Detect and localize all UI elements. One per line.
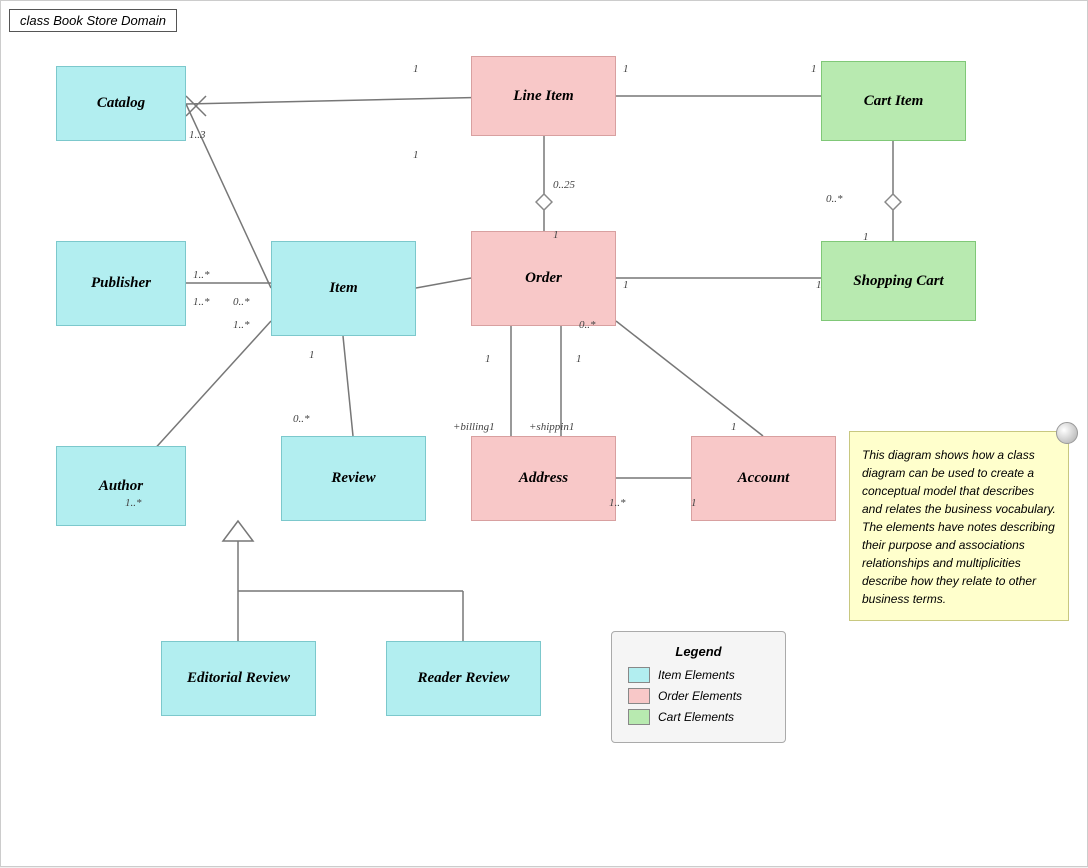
note-box: This diagram shows how a class diagram c… bbox=[849, 431, 1069, 621]
review-box: Review bbox=[281, 436, 426, 521]
legend-title: Legend bbox=[628, 644, 769, 659]
mult-shipping: +shippin1 bbox=[529, 421, 574, 433]
mult-025: 0..25 bbox=[553, 179, 575, 191]
mult-1-lineitem-right: 1 bbox=[623, 63, 629, 75]
mult-1star-item2: 1..* bbox=[233, 319, 250, 331]
legend-label-pink: Order Elements bbox=[658, 689, 742, 703]
mult-1-order-addr2: 1 bbox=[576, 353, 582, 365]
mult-billing: +billing1 bbox=[453, 421, 495, 433]
author-box: Author bbox=[56, 446, 186, 526]
mult-1-addr-acct: 1 bbox=[691, 497, 697, 509]
note-text: This diagram shows how a class diagram c… bbox=[862, 448, 1056, 606]
lineitem-box: Line Item bbox=[471, 56, 616, 136]
mult-1-cartitem-left: 1 bbox=[811, 63, 817, 75]
mult-1-order-right: 1 bbox=[623, 279, 629, 291]
diagram-title: class Book Store Domain bbox=[9, 9, 177, 32]
mult-1star-pub2: 1..* bbox=[193, 296, 210, 308]
mult-1-cart-top: 1 bbox=[863, 231, 869, 243]
mult-1star-addr: 1..* bbox=[609, 497, 626, 509]
mult-1-3: 1..3 bbox=[189, 129, 206, 141]
aggregation-diamond-cartitem bbox=[884, 193, 902, 211]
publisher-box: Publisher bbox=[56, 241, 186, 326]
item-box: Item bbox=[271, 241, 416, 336]
legend-item-green: Cart Elements bbox=[628, 709, 769, 725]
mult-1-order-top: 1 bbox=[553, 229, 559, 241]
address-box: Address bbox=[471, 436, 616, 521]
legend-item-pink: Order Elements bbox=[628, 688, 769, 704]
shoppingcart-box: Shopping Cart bbox=[821, 241, 976, 321]
mult-0star-cart: 0..* bbox=[826, 193, 843, 205]
note-circle bbox=[1056, 422, 1078, 444]
mult-0star-item: 0..* bbox=[233, 296, 250, 308]
legend-box: Legend Item Elements Order Elements Cart… bbox=[611, 631, 786, 743]
catalog-box: Catalog bbox=[56, 66, 186, 141]
readerreview-box: Reader Review bbox=[386, 641, 541, 716]
aggregation-diamond-lineitem bbox=[535, 193, 553, 211]
editorialreview-box: Editorial Review bbox=[161, 641, 316, 716]
mult-0star-review: 0..* bbox=[293, 413, 310, 425]
mult-1-cart-left: 1 bbox=[816, 279, 822, 291]
mult-1star-author: 1..* bbox=[125, 497, 142, 509]
legend-label-green: Cart Elements bbox=[658, 710, 734, 724]
mult-1-account: 1 bbox=[731, 421, 737, 433]
mult-1-lineitem-bottom: 1 bbox=[413, 149, 419, 161]
mult-1star-pub: 1..* bbox=[193, 269, 210, 281]
legend-color-cyan bbox=[628, 667, 650, 683]
legend-label-cyan: Item Elements bbox=[658, 668, 735, 682]
mult-0star-order: 0..* bbox=[579, 319, 596, 331]
mult-1-item-review: 1 bbox=[309, 349, 315, 361]
order-box: Order bbox=[471, 231, 616, 326]
account-box: Account bbox=[691, 436, 836, 521]
mult-1-order-addr1: 1 bbox=[485, 353, 491, 365]
legend-color-pink bbox=[628, 688, 650, 704]
legend-item-cyan: Item Elements bbox=[628, 667, 769, 683]
diagram-container: class Book Store Domain bbox=[0, 0, 1088, 867]
cartitem-box: Cart Item bbox=[821, 61, 966, 141]
mult-1-lineitem-left: 1 bbox=[413, 63, 419, 75]
legend-color-green bbox=[628, 709, 650, 725]
